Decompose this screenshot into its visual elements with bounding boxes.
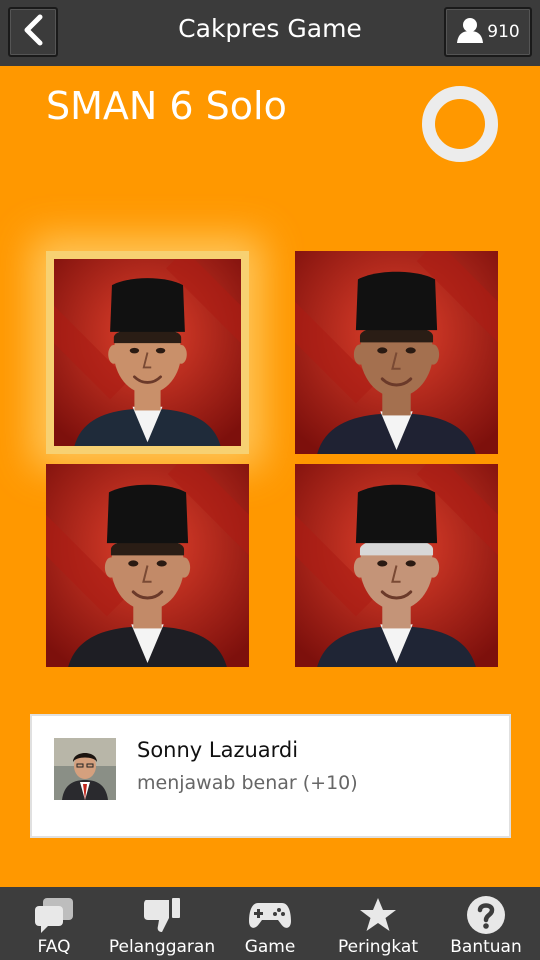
school-name: SMAN 6 Solo	[46, 84, 287, 128]
candidate-portrait-4	[295, 464, 498, 667]
candidate-portrait-3	[46, 464, 249, 667]
candidate-card-2[interactable]	[295, 251, 498, 454]
candidate-card-1[interactable]	[46, 251, 249, 454]
notification-username: Sonny Lazuardi	[137, 738, 299, 762]
nav-bantuan[interactable]: Bantuan	[432, 887, 540, 960]
candidate-portrait-1	[54, 259, 241, 446]
thumbs-down-icon	[140, 895, 184, 935]
user-icon	[456, 17, 484, 47]
candidate-card-4[interactable]	[295, 464, 498, 667]
candidate-portrait-2	[295, 251, 498, 454]
answer-notification: Sonny Lazuardi menjawab benar (+10)	[30, 714, 511, 838]
gamepad-icon	[248, 895, 292, 935]
bottom-nav: FAQ Pelanggaran Game Peringkat Bantuan	[0, 887, 540, 960]
top-bar: Cakpres Game 910	[0, 0, 540, 66]
candidate-card-3[interactable]	[46, 464, 249, 667]
question-icon	[464, 895, 508, 935]
avatar	[54, 738, 116, 800]
star-icon	[356, 895, 400, 935]
user-score: 910	[487, 22, 520, 42]
nav-label: Bantuan	[450, 937, 522, 957]
timer-ring-icon	[422, 86, 498, 162]
notification-message: menjawab benar (+10)	[137, 772, 358, 794]
chat-bubbles-icon	[32, 895, 76, 935]
user-score-button[interactable]: 910	[444, 7, 532, 57]
